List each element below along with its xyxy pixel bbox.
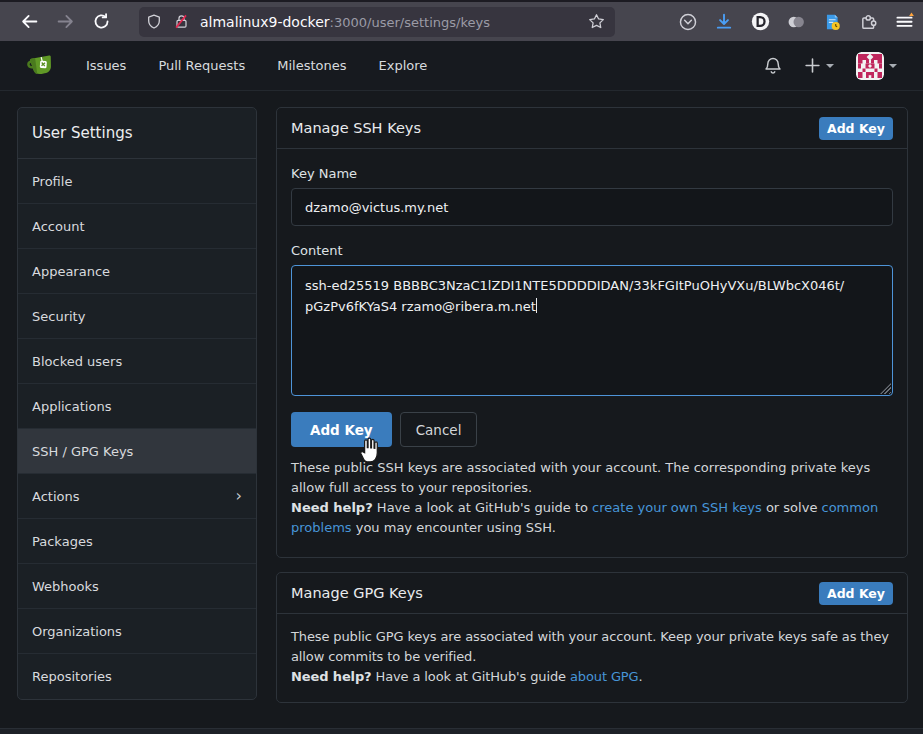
manage-gpg-keys-panel: Manage GPG Keys Add Key These public GPG… [276, 572, 908, 703]
pocket-icon[interactable] [673, 7, 703, 37]
nav-link-pull-requests[interactable]: Pull Requests [158, 58, 245, 73]
bookmark-star-icon[interactable] [588, 13, 605, 30]
key-name-input[interactable]: dzamo@victus.my.net [291, 188, 893, 226]
nav-link-milestones[interactable]: Milestones [277, 58, 346, 73]
gpg-guide-link[interactable]: about GPG [570, 669, 639, 684]
sidebar-item-actions[interactable]: Actions› [18, 474, 256, 519]
forward-button[interactable] [49, 7, 81, 37]
back-button[interactable] [13, 7, 45, 37]
settings-sidebar: User Settings Profile Account Appearance… [17, 107, 257, 700]
ssh-keys-guide-link[interactable]: create your own SSH keys [592, 500, 762, 515]
content-label: Content [291, 243, 893, 258]
gpg-help-text: These public GPG keys are associated wit… [277, 614, 907, 702]
user-menu-button[interactable] [850, 48, 903, 84]
sidebar-item-security[interactable]: Security [18, 294, 256, 339]
sidebar-item-profile[interactable]: Profile [18, 159, 256, 204]
avatar [856, 52, 884, 80]
chevron-down-icon [889, 64, 897, 68]
create-new-button[interactable] [798, 53, 840, 78]
chevron-right-icon: › [236, 488, 242, 504]
footer [0, 728, 923, 734]
extension-circles-icon[interactable] [781, 7, 811, 37]
insecure-lock-icon[interactable] [174, 14, 189, 29]
resize-grip[interactable] [880, 383, 891, 394]
url-text: almalinux9-docker:3000/user/settings/key… [200, 14, 490, 30]
url-host: almalinux9-docker [200, 14, 330, 30]
gitea-navbar: Issues Pull Requests Milestones Explore [0, 41, 923, 91]
sidebar-item-applications[interactable]: Applications [18, 384, 256, 429]
mouse-cursor [358, 436, 381, 463]
ssh-add-key-header-button[interactable]: Add Key [819, 117, 893, 140]
sidebar-item-account[interactable]: Account [18, 204, 256, 249]
url-bar[interactable]: almalinux9-docker:3000/user/settings/key… [139, 7, 615, 37]
content-textarea[interactable]: ssh-ed25519 BBBBC3NzaC1lZDI1NTE5DDDDIDAN… [291, 265, 893, 396]
text-caret [536, 298, 537, 313]
sidebar-item-ssh-gpg-keys[interactable]: SSH / GPG Keys [18, 429, 256, 474]
sidebar-item-organizations[interactable]: Organizations [18, 609, 256, 654]
ssh-panel-title: Manage SSH Keys [291, 120, 421, 136]
nav-link-explore[interactable]: Explore [378, 58, 427, 73]
downloads-icon[interactable] [709, 7, 739, 37]
reload-button[interactable] [85, 7, 117, 37]
manage-ssh-keys-panel: Manage SSH Keys Add Key Key Name dzamo@v… [276, 107, 908, 558]
nav-link-issues[interactable]: Issues [86, 58, 126, 73]
tracking-shield-icon[interactable] [146, 14, 162, 30]
gitea-logo[interactable] [27, 52, 55, 80]
url-path: :3000/user/settings/keys [330, 15, 490, 30]
sidebar-item-webhooks[interactable]: Webhooks [18, 564, 256, 609]
notifications-bell-icon[interactable] [758, 53, 788, 79]
cancel-button[interactable]: Cancel [400, 412, 478, 447]
sidebar-item-appearance[interactable]: Appearance [18, 249, 256, 294]
sidebar-title: User Settings [18, 108, 256, 159]
ssh-help-text: These public SSH keys are associated wit… [291, 458, 893, 538]
gpg-add-key-header-button[interactable]: Add Key [819, 582, 893, 605]
gpg-panel-title: Manage GPG Keys [291, 585, 423, 601]
extension-d-icon[interactable] [745, 7, 775, 37]
menu-hamburger-icon[interactable] [889, 7, 919, 37]
browser-toolbar: almalinux9-docker:3000/user/settings/key… [0, 2, 923, 41]
sidebar-item-blocked-users[interactable]: Blocked users [18, 339, 256, 384]
extension-doc-clock-icon[interactable] [817, 7, 847, 37]
sidebar-item-packages[interactable]: Packages [18, 519, 256, 564]
extensions-puzzle-icon[interactable] [853, 7, 883, 37]
key-name-label: Key Name [291, 166, 893, 181]
chevron-down-icon [826, 64, 834, 68]
sidebar-item-repositories[interactable]: Repositories [18, 654, 256, 699]
